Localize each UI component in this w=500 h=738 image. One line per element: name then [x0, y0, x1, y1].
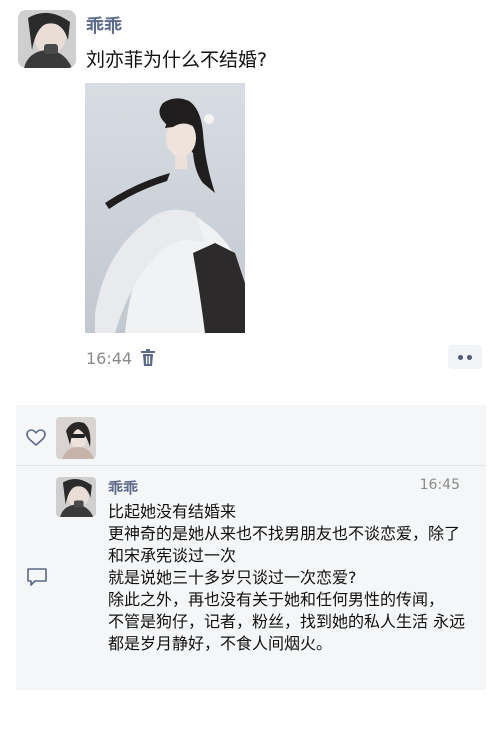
post-photo[interactable]: [85, 83, 245, 333]
divider: [16, 465, 486, 466]
interaction-panel: 乖乖 16:45 比起她没有结婚来 更神奇的是她从来也不找男朋友也不谈恋爱，除了…: [16, 405, 486, 690]
dot: [458, 354, 463, 360]
comment-line: 就是说她三十多岁只谈过一次恋爱?: [108, 568, 357, 587]
poster-avatar[interactable]: [18, 10, 76, 68]
commenter-avatar[interactable]: [56, 477, 96, 517]
comment-icon: [26, 567, 48, 587]
comment-line: 更神奇的是她从来也不找男朋友也不谈恋爱，除了和宋承宪谈过一次: [108, 524, 461, 565]
liker-avatar[interactable]: [56, 417, 96, 459]
trash-icon[interactable]: [140, 349, 156, 367]
comment-line: 比起她没有结婚来: [108, 502, 237, 521]
comment-line: 不管是狗仔，记者，粉丝，找到她的私人生活 永远都是岁月静好，不食人间烟火。: [108, 612, 466, 653]
heart-icon[interactable]: [26, 429, 46, 447]
comment-text[interactable]: 比起她没有结婚来 更神奇的是她从来也不找男朋友也不谈恋爱，除了和宋承宪谈过一次 …: [108, 501, 468, 655]
poster-name[interactable]: 乖乖: [86, 12, 122, 38]
dot: [467, 354, 472, 360]
more-dots-icon[interactable]: [448, 345, 482, 369]
likes-row: [16, 417, 486, 461]
post-meta: 16:44: [86, 347, 156, 369]
moment-post: 乖乖 刘亦菲为什么不结婚? 16:44: [0, 0, 500, 395]
comment-time: 16:45: [419, 477, 460, 493]
post-time: 16:44: [86, 348, 133, 368]
comment-line: 除此之外，再也没有关于她和任何男性的传闻，: [108, 590, 445, 609]
post-text: 刘亦菲为什么不结婚?: [86, 49, 268, 71]
commenter-name[interactable]: 乖乖: [108, 477, 138, 498]
